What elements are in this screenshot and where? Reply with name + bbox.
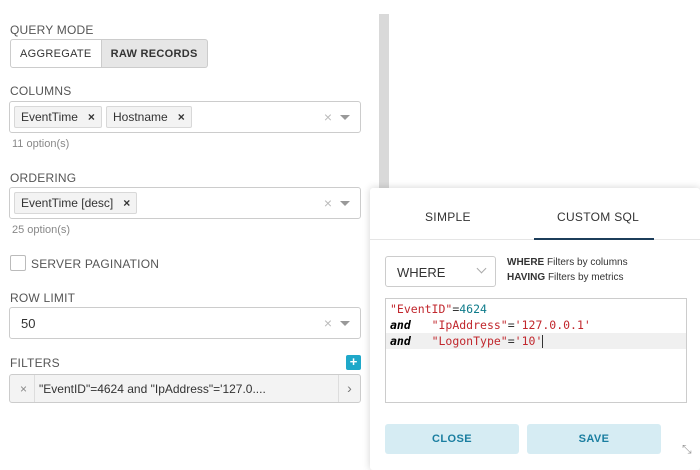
sql-keyword: and — [390, 318, 411, 332]
clear-icon[interactable]: × — [324, 315, 332, 331]
columns-select[interactable]: EventTime × Hostname × × — [9, 101, 361, 133]
sql-line: and "LogonType"='10' — [386, 333, 686, 349]
clear-icon[interactable]: × — [324, 109, 332, 125]
popover-tabs: SIMPLE CUSTOM SQL — [370, 188, 700, 240]
column-tag-label: Hostname — [113, 110, 168, 124]
tab-custom-sql[interactable]: CUSTOM SQL — [557, 210, 639, 224]
filters-label: FILTERS — [10, 356, 60, 370]
sql-editor[interactable]: "EventID"=4624 and "IpAddress"='127.0.0.… — [385, 298, 687, 403]
plus-icon[interactable]: + — [346, 355, 361, 370]
panel-divider[interactable] — [379, 14, 389, 204]
hint-text: Filters by metrics — [547, 272, 624, 283]
filter-item[interactable]: × "EventID"=4624 and "IpAddress"='127.0.… — [9, 374, 361, 403]
having-hint: HAVING Filters by metrics — [507, 272, 624, 283]
filter-popover: SIMPLE CUSTOM SQL WHERE WHERE Filters by… — [370, 188, 700, 470]
close-button[interactable]: CLOSE — [385, 424, 519, 454]
remove-filter-icon[interactable]: × — [20, 382, 27, 396]
aggregate-button[interactable]: AGGREGATE — [10, 39, 102, 68]
query-mode-label: QUERY MODE — [10, 23, 94, 37]
hint-keyword: WHERE — [507, 257, 545, 268]
column-tag: Hostname × — [106, 106, 192, 128]
hint-text: Filters by columns — [547, 257, 628, 268]
filter-text: "EventID"=4624 and "IpAddress"='127.0...… — [39, 382, 266, 396]
sql-line: and "IpAddress"='127.0.0.1' — [386, 317, 686, 333]
sql-line: "EventID"=4624 — [386, 301, 686, 317]
clear-icon[interactable]: × — [324, 195, 332, 211]
ordering-label: ORDERING — [10, 171, 77, 185]
chevron-down-icon[interactable] — [340, 321, 350, 326]
columns-label: COLUMNS — [10, 84, 72, 98]
divider — [34, 375, 35, 402]
clause-value: WHERE — [397, 265, 446, 280]
ordering-tag: EventTime [desc] × — [14, 192, 138, 214]
column-tag-label: EventTime — [21, 110, 78, 124]
server-pagination-label: SERVER PAGINATION — [31, 257, 160, 271]
chevron-down-icon[interactable] — [340, 115, 350, 120]
sql-keyword: and — [390, 334, 411, 348]
sql-string: '10' — [514, 334, 543, 348]
text-cursor — [542, 335, 544, 348]
tab-simple[interactable]: SIMPLE — [425, 210, 471, 224]
chevron-down-icon — [476, 263, 487, 274]
ordering-tag-label: EventTime [desc] — [21, 196, 114, 210]
chevron-right-icon[interactable]: › — [338, 375, 360, 402]
server-pagination-checkbox[interactable] — [10, 255, 26, 271]
remove-tag-icon[interactable]: × — [123, 196, 130, 210]
hint-keyword: HAVING — [507, 272, 546, 283]
sql-column: "EventID" — [390, 302, 453, 316]
where-hint: WHERE Filters by columns — [507, 257, 628, 268]
row-limit-select[interactable]: 50 × — [9, 307, 361, 339]
sql-column: "LogonType" — [431, 334, 508, 348]
sql-column: "IpAddress" — [431, 318, 508, 332]
active-tab-indicator — [534, 238, 654, 240]
sql-operator: = — [507, 334, 515, 348]
columns-help: 11 option(s) — [12, 138, 70, 150]
ordering-help: 25 option(s) — [12, 224, 71, 236]
chevron-down-icon[interactable] — [340, 201, 350, 206]
resize-icon[interactable]: ⤡ — [682, 442, 692, 457]
save-button[interactable]: SAVE — [527, 424, 661, 454]
raw-records-button[interactable]: RAW RECORDS — [101, 39, 208, 68]
control-panel: QUERY MODE AGGREGATE RAW RECORDS COLUMNS… — [0, 0, 372, 470]
row-limit-value: 50 — [21, 316, 36, 331]
sql-number: 4624 — [459, 302, 487, 316]
row-limit-label: ROW LIMIT — [10, 291, 76, 305]
sql-string: '127.0.0.1' — [514, 318, 591, 332]
clause-select[interactable]: WHERE — [385, 256, 496, 287]
remove-tag-icon[interactable]: × — [88, 110, 95, 124]
remove-tag-icon[interactable]: × — [178, 110, 185, 124]
sql-operator: = — [507, 318, 515, 332]
query-mode-toggle: AGGREGATE RAW RECORDS — [10, 39, 208, 68]
ordering-select[interactable]: EventTime [desc] × × — [9, 187, 361, 219]
column-tag: EventTime × — [14, 106, 102, 128]
